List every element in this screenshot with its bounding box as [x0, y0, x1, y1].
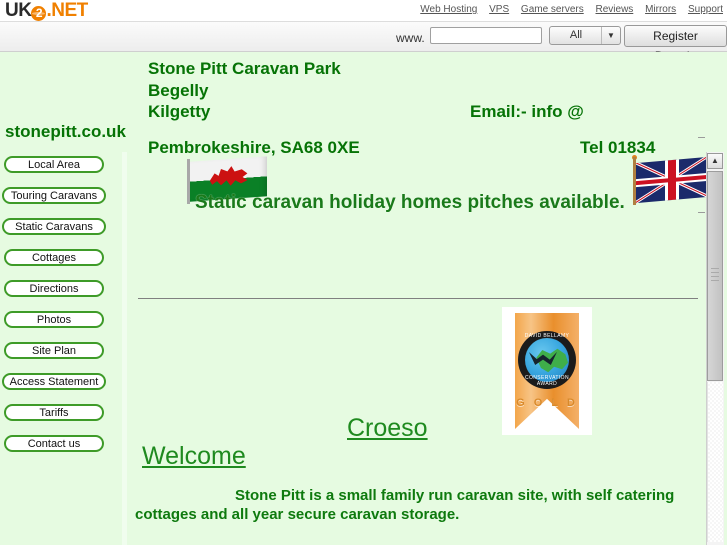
flags-banner: Static caravan holiday homes pitches ava…: [127, 152, 708, 232]
tld-select[interactable]: All ▼: [549, 26, 621, 45]
uk2-nav-mirrors[interactable]: Mirrors: [645, 4, 676, 15]
vertical-scrollbar-thumb[interactable]: [707, 171, 723, 381]
uk2-globe-icon: 2: [31, 6, 47, 21]
address-town: Kilgetty: [148, 102, 211, 121]
uk2-nav-reviews[interactable]: Reviews: [596, 4, 634, 15]
scrollbar-grip-icon: [711, 268, 719, 282]
park-name: Stone Pitt Caravan Park: [148, 59, 341, 78]
address-village: Begelly: [148, 81, 209, 100]
sidebar-item-contact-us[interactable]: Contact us: [4, 435, 104, 452]
scroll-tickmark-mid: [698, 212, 705, 213]
heading-welcome[interactable]: Welcome: [142, 442, 246, 471]
sidebar-item-directions[interactable]: Directions: [4, 280, 104, 297]
sidebar-item-site-plan[interactable]: Site Plan: [4, 342, 104, 359]
scroll-tickmark-top: [698, 137, 705, 138]
union-jack-cloth: [636, 156, 708, 204]
badge-grade-label: G O L D: [516, 397, 578, 409]
horizontal-rule: [138, 298, 698, 299]
sidebar-item-cottages[interactable]: Cottages: [4, 249, 104, 266]
email-domain: stonepitt.co.uk: [5, 122, 126, 141]
uk2-promo-bar: UK 2 .NET Web Hosting VPS Game servers Rev…: [0, 0, 727, 21]
uk2-nav-web-hosting[interactable]: Web Hosting: [420, 4, 477, 15]
site-header-address: Stone Pitt Caravan Park Begelly Kilgetty…: [0, 52, 727, 157]
scroll-up-arrow-icon[interactable]: ▲: [707, 153, 723, 169]
union-jack-flag-icon: [630, 155, 710, 205]
david-bellamy-award-badge: DAVID BELLAMY CONSERVATION AWARD G O L D: [502, 307, 592, 435]
uk2-nav-support[interactable]: Support: [688, 4, 723, 15]
intro-paragraph-1: Stone Pitt is a small family run caravan…: [135, 487, 675, 523]
uk2-nav-vps[interactable]: VPS: [489, 4, 509, 15]
uk2-nav-game-servers[interactable]: Game servers: [521, 4, 584, 15]
banner-headline: Static caravan holiday homes pitches ava…: [195, 192, 625, 213]
www-label: www.: [396, 31, 425, 45]
domain-search-bar: www. All ▼ Register Domain: [0, 21, 727, 63]
site-page: Stone Pitt Caravan Park Begelly Kilgetty…: [0, 52, 727, 545]
sidebar-nav: Local Area Touring Caravans Static Carav…: [0, 152, 118, 545]
main-content: Static caravan holiday homes pitches ava…: [127, 152, 708, 545]
uk2-logo-suffix: .NET: [46, 0, 88, 21]
uk2-logo[interactable]: UK 2 .NET: [5, 0, 88, 22]
badge-ring-text-bottom: CONSERVATION AWARD: [525, 375, 569, 387]
uk2-nav: Web Hosting VPS Game servers Reviews Mir…: [411, 4, 723, 15]
domain-search-input[interactable]: [430, 27, 542, 44]
tld-select-value: All: [569, 29, 583, 41]
uk2-logo-prefix: UK: [5, 0, 32, 21]
sidebar-item-touring-caravans[interactable]: Touring Caravans: [2, 187, 106, 204]
badge-seal: DAVID BELLAMY CONSERVATION AWARD: [518, 331, 576, 389]
sidebar-item-access-statement[interactable]: Access Statement: [2, 373, 106, 390]
register-domain-button[interactable]: Register Domain: [624, 25, 727, 63]
scrollbar-lower-track[interactable]: [707, 382, 723, 542]
sidebar-item-local-area[interactable]: Local Area: [4, 156, 104, 173]
email-label: Email:- info @: [470, 102, 584, 121]
sidebar-item-static-caravans[interactable]: Static Caravans: [2, 218, 106, 235]
sidebar-item-tariffs[interactable]: Tariffs: [4, 404, 104, 421]
chevron-down-icon: ▼: [601, 27, 620, 44]
heading-croeso[interactable]: Croeso: [347, 414, 428, 443]
sidebar-item-photos[interactable]: Photos: [4, 311, 104, 328]
